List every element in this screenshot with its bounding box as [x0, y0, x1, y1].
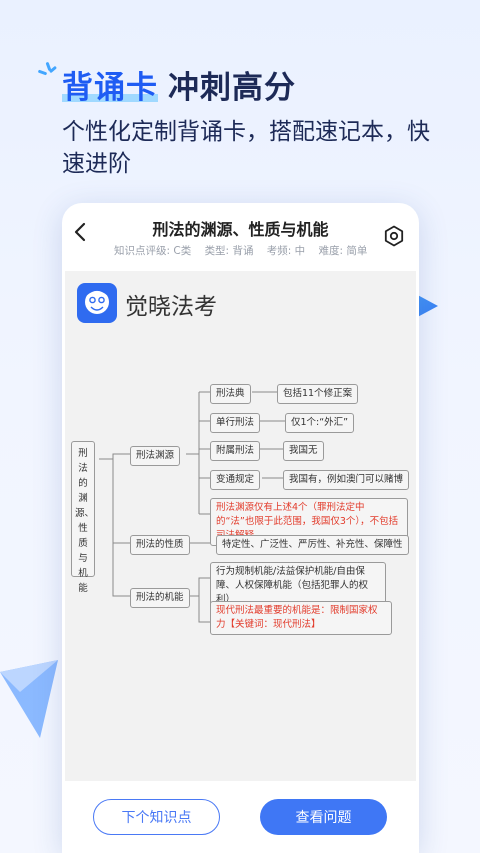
bottom-bar: 下个知识点 查看问题	[62, 781, 419, 853]
headline-highlight: 背诵卡	[62, 70, 158, 106]
meta-type: 类型: 背诵	[204, 245, 254, 257]
meta-difficulty: 难度: 简单	[318, 245, 368, 257]
headline: 背诵卡 冲刺高分	[62, 62, 296, 107]
subtitle: 个性化定制背诵卡，搭配速记本，快速进阶	[62, 119, 430, 177]
next-knowledge-point-button[interactable]: 下个知识点	[93, 799, 220, 835]
branch-nature: 刑法的性质	[130, 535, 190, 555]
source-item-code: 刑法典	[210, 384, 251, 404]
source-item-attached: 附属刑法	[210, 441, 261, 461]
branch-source: 刑法渊源	[130, 446, 181, 466]
view-question-button[interactable]: 查看问题	[260, 799, 387, 835]
knowledge-card: 刑法的渊源、性质与机能 知识点评级: C类 类型: 背诵 考频: 中 难度: 简…	[62, 203, 419, 853]
mindmap: 刑法的渊源、性质与机能 刑法渊源 刑法的性质 刑法的机能 刑法典 单行刑法 附属…	[65, 271, 416, 781]
source-detail-attached: 我国无	[283, 441, 324, 461]
paper-plane-icon	[0, 660, 58, 738]
nature-detail: 特定性、广泛性、严厉性、补充性、保障性	[216, 535, 409, 555]
sparkle-icon	[37, 61, 58, 82]
source-detail-single: 仅1个:“外汇”	[285, 413, 355, 433]
source-item-single: 单行刑法	[210, 413, 261, 433]
meta-level: 知识点评级: C类	[114, 245, 192, 257]
source-detail-code: 包括11个修正案	[277, 384, 359, 404]
settings-icon[interactable]	[383, 225, 405, 247]
branch-function: 刑法的机能	[130, 588, 190, 608]
card-title: 刑法的渊源、性质与机能	[152, 220, 329, 239]
mindmap-area: 觉晓法考 刑法的渊源、性质与机能 刑法渊源 刑法的性质 刑法的机能 刑法典 单行…	[65, 271, 416, 781]
headline-rest: 冲刺高分	[168, 70, 296, 106]
meta-frequency: 考频: 中	[266, 245, 306, 257]
card-header: 刑法的渊源、性质与机能 知识点评级: C类 类型: 背诵 考频: 中 难度: 简…	[62, 203, 419, 265]
mindmap-root: 刑法的渊源、性质与机能	[71, 441, 95, 594]
source-item-adapted: 变通规定	[210, 470, 261, 490]
meta-row: 知识点评级: C类 类型: 背诵 考频: 中 难度: 简单	[114, 243, 377, 258]
source-detail-adapted: 我国有，例如澳门可以赌博	[283, 470, 410, 490]
function-note: 现代刑法最重要的机能是：限制国家权力【关键词：现代刑法】	[210, 601, 392, 635]
